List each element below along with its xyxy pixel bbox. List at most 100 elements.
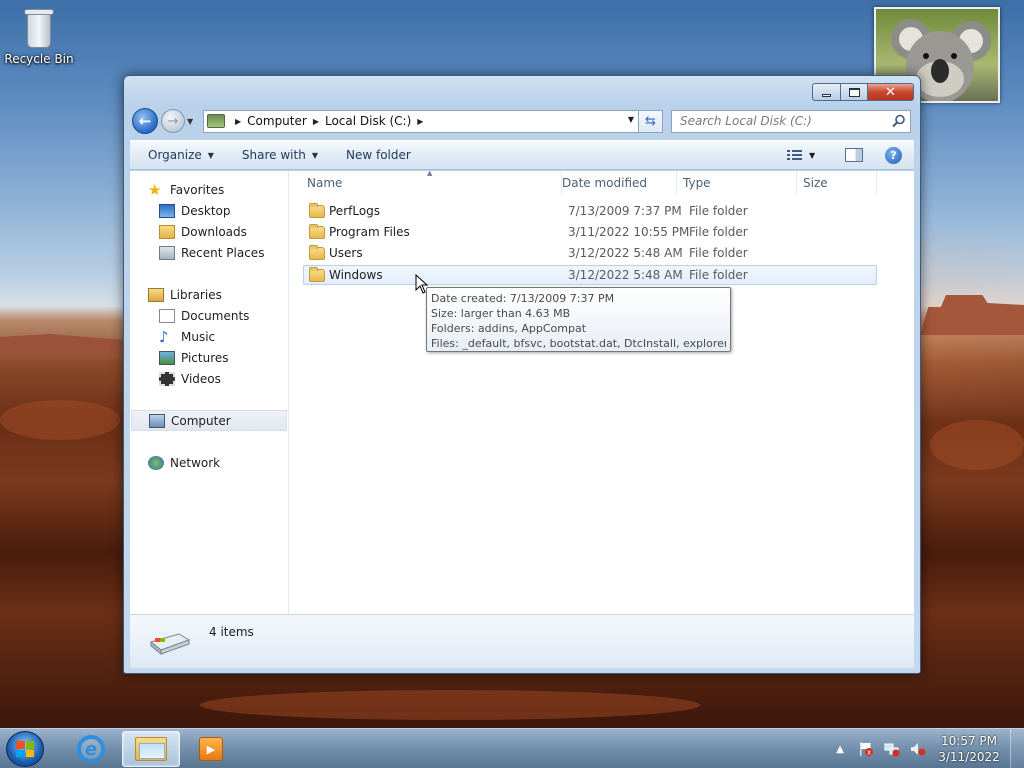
column-header-date-modified[interactable]: Date modified xyxy=(556,171,677,195)
file-list-pane: ▲ Name Date modified Type Size PerfLogs … xyxy=(289,169,914,614)
help-icon: ? xyxy=(890,148,897,162)
forward-button[interactable]: → xyxy=(161,109,185,133)
tooltip-files: Files: _default, bfsvc, bootstat.dat, Dt… xyxy=(431,337,726,350)
nav-downloads[interactable]: Downloads xyxy=(159,221,247,242)
computer-icon xyxy=(149,413,165,428)
file-type: File folder xyxy=(689,268,748,282)
table-row[interactable]: PerfLogs 7/13/2009 7:37 PM File folder xyxy=(304,202,878,222)
help-button[interactable]: ? xyxy=(885,146,902,164)
file-date: 3/12/2022 5:48 AM xyxy=(568,246,683,260)
table-row[interactable]: Users 3/12/2022 5:48 AM File folder xyxy=(304,244,878,264)
back-arrow-icon: ← xyxy=(138,112,152,130)
table-row-hovered[interactable]: Windows 3/12/2022 5:48 AM File folder xyxy=(303,265,877,285)
pictures-icon xyxy=(159,350,175,365)
change-view-button[interactable]: ▼ xyxy=(787,149,827,161)
computer-location-icon xyxy=(207,114,225,128)
explorer-window[interactable]: ✕ ← → ▼ ▶ Computer ▶ Local Disk (C:) ▶ ▼… xyxy=(123,75,921,674)
taskbar-windows-explorer[interactable] xyxy=(122,731,180,767)
preview-pane-button[interactable] xyxy=(845,148,863,162)
item-count: 4 items xyxy=(209,625,254,639)
breadcrumb-arrow-icon[interactable]: ▶ xyxy=(417,117,423,126)
nav-music-label: Music xyxy=(181,329,216,344)
file-date: 3/12/2022 5:48 AM xyxy=(568,268,683,282)
close-button[interactable]: ✕ xyxy=(868,83,914,101)
recent-pages-dropdown[interactable]: ▼ xyxy=(187,117,197,126)
nav-videos[interactable]: Videos xyxy=(159,368,221,389)
recycle-bin-desktop-icon[interactable]: Recycle Bin xyxy=(4,6,74,66)
nav-favorites-label: Favorites xyxy=(170,182,225,197)
breadcrumb-local-disk[interactable]: Local Disk (C:) xyxy=(325,114,411,128)
show-hidden-icons-button[interactable]: ▲ xyxy=(836,744,844,755)
breadcrumb-computer[interactable]: Computer xyxy=(247,114,307,128)
chevron-down-icon: ▼ xyxy=(207,150,214,160)
folder-icon xyxy=(309,224,325,239)
folder-icon xyxy=(309,245,325,260)
network-icon xyxy=(148,455,164,470)
refresh-button[interactable]: ⇆ xyxy=(639,109,663,133)
taskbar: e ▶ ▲ x 10:57 PM 3/11/2022 xyxy=(0,728,1024,768)
nav-recent-places-label: Recent Places xyxy=(181,245,265,260)
action-center-flag-icon[interactable]: x xyxy=(858,741,874,757)
windows-explorer-icon xyxy=(135,737,167,761)
nav-pictures-label: Pictures xyxy=(181,350,229,365)
taskbar-internet-explorer[interactable]: e xyxy=(62,731,120,767)
start-button[interactable] xyxy=(6,731,44,767)
minimize-button[interactable] xyxy=(812,83,841,101)
share-with-label: Share with xyxy=(241,148,306,162)
new-folder-label: New folder xyxy=(345,148,411,162)
file-name: PerfLogs xyxy=(329,204,381,218)
breadcrumb-arrow-icon[interactable]: ▶ xyxy=(235,117,241,126)
nav-computer[interactable]: Computer xyxy=(131,410,287,431)
file-name: Program Files xyxy=(329,225,410,239)
hard-drive-icon xyxy=(149,633,191,656)
nav-documents-label: Documents xyxy=(181,308,250,323)
nav-pictures[interactable]: Pictures xyxy=(159,347,229,368)
nav-music[interactable]: ♪ Music xyxy=(159,326,215,347)
nav-libraries[interactable]: Libraries xyxy=(148,284,222,305)
column-header-type[interactable]: Type xyxy=(677,171,797,195)
nav-recent-places[interactable]: Recent Places xyxy=(159,242,264,263)
nav-computer-label: Computer xyxy=(171,413,231,428)
file-name: Users xyxy=(329,246,363,260)
caption-buttons: ✕ xyxy=(812,83,914,101)
taskbar-media-player[interactable]: ▶ xyxy=(182,731,240,767)
show-desktop-button[interactable] xyxy=(1010,729,1024,768)
new-folder-button[interactable]: New folder xyxy=(328,148,421,162)
search-input[interactable] xyxy=(680,114,880,128)
media-player-icon: ▶ xyxy=(199,737,223,761)
volume-muted-icon[interactable] xyxy=(910,741,926,757)
svg-text:x: x xyxy=(867,749,871,757)
recycle-bin-icon xyxy=(21,6,57,50)
address-bar[interactable]: ▶ Computer ▶ Local Disk (C:) ▶ ▼ xyxy=(203,109,639,133)
column-name-label: Name xyxy=(307,176,343,190)
tooltip-date-created: Date created: 7/13/2009 7:37 PM xyxy=(431,292,615,305)
nav-network[interactable]: Network xyxy=(148,452,220,473)
nav-favorites[interactable]: ★ Favorites xyxy=(148,179,224,200)
share-with-button[interactable]: Share with ▼ xyxy=(224,148,328,162)
ground-streak xyxy=(930,420,1024,470)
column-header-size[interactable]: Size xyxy=(797,171,877,195)
back-button[interactable]: ← xyxy=(132,108,158,134)
system-clock[interactable]: 10:57 PM 3/11/2022 xyxy=(936,733,1002,765)
file-date: 7/13/2009 7:37 PM xyxy=(568,204,682,218)
file-type: File folder xyxy=(689,246,748,260)
nav-desktop[interactable]: Desktop xyxy=(159,200,231,221)
search-box[interactable] xyxy=(671,109,911,133)
nav-documents[interactable]: Documents xyxy=(159,305,249,326)
network-status-icon[interactable] xyxy=(884,741,900,757)
command-bar: Organize ▼ Share with ▼ New folder ▼ ? xyxy=(130,140,914,170)
address-dropdown-icon[interactable]: ▼ xyxy=(628,115,634,124)
breadcrumb-arrow-icon[interactable]: ▶ xyxy=(313,117,319,126)
organize-button[interactable]: Organize ▼ xyxy=(130,148,224,162)
chevron-down-icon[interactable]: ▼ xyxy=(809,151,815,160)
minimize-icon xyxy=(822,93,831,97)
view-list-icon xyxy=(787,150,802,160)
table-row[interactable]: Program Files 3/11/2022 10:55 PM File fo… xyxy=(304,223,878,243)
recent-places-icon xyxy=(159,245,175,260)
navigation-bar: ← → ▼ ▶ Computer ▶ Local Disk (C:) ▶ ▼ ⇆ xyxy=(132,107,912,135)
maximize-button[interactable] xyxy=(841,83,868,101)
column-header-name[interactable]: Name xyxy=(295,171,562,195)
mesa-rock xyxy=(0,334,123,355)
search-icon[interactable] xyxy=(892,114,906,128)
nav-network-label: Network xyxy=(170,455,221,470)
